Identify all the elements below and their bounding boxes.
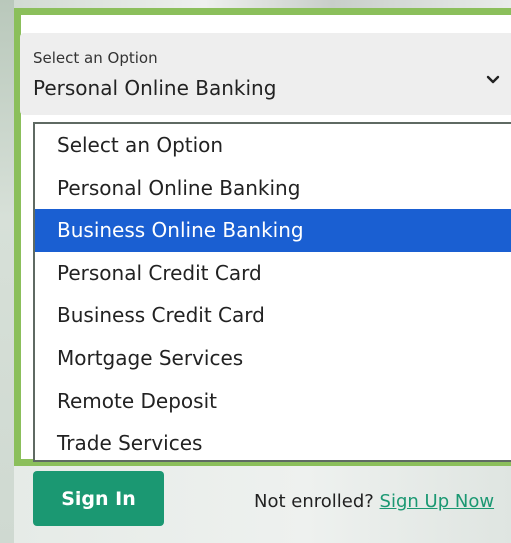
dropdown-option-business-online-banking[interactable]: Business Online Banking xyxy=(35,209,511,252)
sign-in-button[interactable]: Sign In xyxy=(33,471,164,526)
dropdown-option-remote-deposit[interactable]: Remote Deposit xyxy=(35,380,511,423)
not-enrolled-text: Not enrolled? xyxy=(254,491,374,512)
dropdown-option-business-credit-card[interactable]: Business Credit Card xyxy=(35,294,511,337)
chevron-down-icon[interactable] xyxy=(483,70,503,90)
dropdown-option-trade-services[interactable]: Trade Services xyxy=(35,422,511,460)
select-label: Select an Option xyxy=(33,49,158,67)
select-current-value[interactable]: Personal Online Banking xyxy=(33,76,276,100)
account-type-select[interactable] xyxy=(20,33,511,115)
sign-up-now-link[interactable]: Sign Up Now xyxy=(380,491,495,512)
dropdown-option-select-an-option[interactable]: Select an Option xyxy=(35,124,511,167)
background-strip-left xyxy=(0,0,14,543)
dropdown-list: Select an Option Personal Online Banking… xyxy=(33,122,511,462)
dropdown-option-mortgage-services[interactable]: Mortgage Services xyxy=(35,337,511,380)
dropdown-option-personal-credit-card[interactable]: Personal Credit Card xyxy=(35,252,511,295)
enroll-prompt: Not enrolled? Sign Up Now xyxy=(254,491,494,512)
dropdown-option-personal-online-banking[interactable]: Personal Online Banking xyxy=(35,167,511,210)
